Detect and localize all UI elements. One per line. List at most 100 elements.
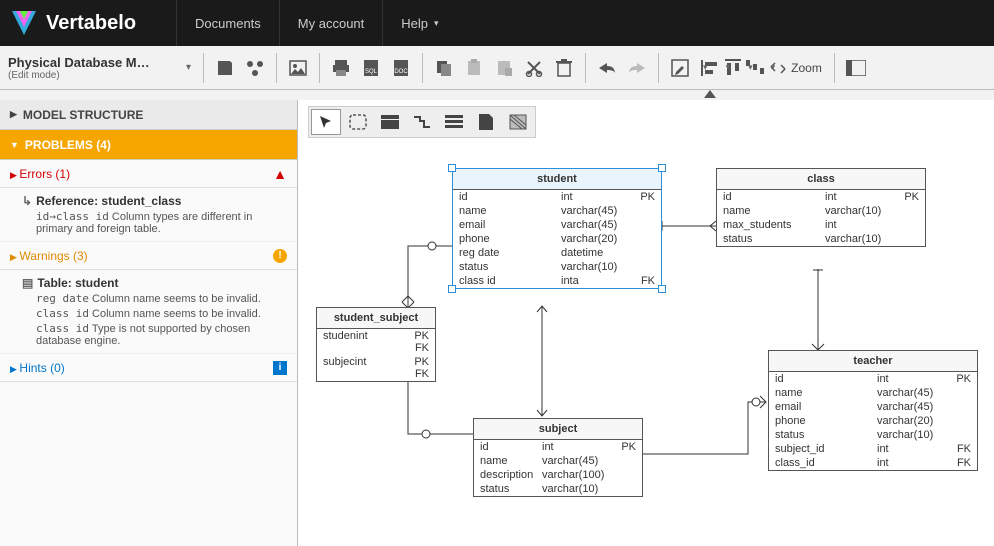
separator	[834, 53, 835, 83]
caret-down-icon: ▾	[434, 18, 439, 29]
tool-note[interactable]	[471, 109, 501, 135]
table-row[interactable]: namevarchar(45)	[474, 454, 642, 468]
table-row[interactable]: descriptionvarchar(100)	[474, 468, 642, 482]
table-row[interactable]: phonevarchar(20)	[769, 414, 977, 428]
svg-text:DOC: DOC	[394, 69, 408, 75]
logo[interactable]: Vertabelo	[8, 7, 136, 39]
table-row[interactable]: namevarchar(45)	[453, 204, 661, 218]
zoom-label[interactable]: Zoom	[791, 61, 822, 75]
caret-down-icon[interactable]: ▾	[748, 62, 753, 73]
table-row[interactable]: emailvarchar(45)	[769, 400, 977, 414]
table-row[interactable]: statusvarchar(10)	[453, 260, 661, 274]
copy-button[interactable]	[429, 53, 459, 83]
table-row[interactable]: namevarchar(45)	[769, 386, 977, 400]
nav-help[interactable]: Help ▾	[382, 0, 456, 46]
resize-handle[interactable]	[448, 285, 456, 293]
tool-select[interactable]	[311, 109, 341, 135]
table-row[interactable]: idintPK	[769, 372, 977, 386]
resize-handle[interactable]	[658, 285, 666, 293]
triangle-right-icon: ▶	[10, 364, 19, 374]
triangle-right-icon: ▶	[10, 252, 19, 262]
table-row[interactable]: subjecintPK FK	[317, 355, 435, 381]
svg-text:SQL: SQL	[365, 69, 378, 75]
problem-entry[interactable]: ↳Reference: student_class id→class id Co…	[0, 188, 297, 242]
table-row[interactable]: max_studentsint	[717, 218, 925, 232]
table-body: studenintPK FKsubjecintPK FK	[317, 329, 435, 381]
doc-title: Physical Database M…	[8, 55, 186, 70]
caret-down-icon[interactable]: ▾	[703, 62, 708, 73]
table-row[interactable]: idintPK	[474, 440, 642, 454]
logo-icon	[8, 7, 40, 39]
panel-model-structure[interactable]: ▶ MODEL STRUCTURE	[0, 100, 297, 130]
edit-button[interactable]	[665, 53, 695, 83]
separator	[203, 53, 204, 83]
warnings-label: Warnings (3)	[19, 249, 87, 263]
entry-code: reg date	[36, 292, 89, 305]
work-area: ▶ MODEL STRUCTURE ▼ PROBLEMS (4) ▶ Error…	[0, 100, 994, 546]
table-row[interactable]: idintPK	[717, 190, 925, 204]
save-button[interactable]	[210, 53, 240, 83]
nav-my-account[interactable]: My account	[279, 0, 382, 46]
table-row[interactable]: statusvarchar(10)	[717, 232, 925, 246]
table-class[interactable]: class idintPKnamevarchar(10)max_students…	[716, 168, 926, 247]
resize-button[interactable]	[763, 53, 793, 83]
doc-title-block[interactable]: Physical Database M… (Edit mode)	[8, 55, 186, 81]
table-row[interactable]: reg datedatetime	[453, 246, 661, 260]
table-header: student_subject	[317, 308, 435, 329]
caret-down-icon[interactable]: ▾	[186, 62, 191, 73]
table-header: subject	[474, 419, 642, 440]
tool-view[interactable]	[439, 109, 469, 135]
table-row[interactable]: namevarchar(10)	[717, 204, 925, 218]
entry-text: Column name seems to be invalid.	[92, 308, 261, 320]
table-row[interactable]: idintPK	[453, 190, 661, 204]
table-row[interactable]: studenintPK FK	[317, 329, 435, 355]
diagram-canvas[interactable]: student idintPKnamevarchar(45)emailvarch…	[298, 100, 994, 546]
table-subject[interactable]: subject idintPKnamevarchar(45)descriptio…	[473, 418, 643, 497]
export-sql-button[interactable]: SQL	[356, 53, 386, 83]
problem-entry[interactable]: ▤Table: student reg date Column name see…	[0, 270, 297, 354]
panel-warnings[interactable]: ▶ Warnings (3) !	[0, 242, 297, 270]
caret-down-icon[interactable]: ▾	[726, 62, 731, 73]
toolbar-collapse-row	[0, 90, 994, 100]
tool-area[interactable]	[503, 109, 533, 135]
caret-down-icon[interactable]: ▾	[771, 62, 776, 73]
brand-text: Vertabelo	[46, 12, 136, 35]
panel-problems[interactable]: ▼ PROBLEMS (4)	[0, 130, 297, 160]
table-student[interactable]: student idintPKnamevarchar(45)emailvarch…	[452, 168, 662, 289]
table-row[interactable]: emailvarchar(45)	[453, 218, 661, 232]
table-row[interactable]: phonevarchar(20)	[453, 232, 661, 246]
tool-reference[interactable]	[407, 109, 437, 135]
doc-mode: (Edit mode)	[8, 70, 186, 81]
tool-marquee[interactable]	[343, 109, 373, 135]
table-teacher[interactable]: teacher idintPKnamevarchar(45)emailvarch…	[768, 350, 978, 471]
cut-button[interactable]	[519, 53, 549, 83]
table-header: teacher	[769, 351, 977, 372]
print-button[interactable]	[326, 53, 356, 83]
panel-hints[interactable]: ▶ Hints (0) i	[0, 354, 297, 382]
caret-up-icon[interactable]	[704, 90, 716, 98]
delete-button[interactable]	[549, 53, 579, 83]
table-student-subject[interactable]: student_subject studenintPK FKsubjecintP…	[316, 307, 436, 382]
errors-label: Errors (1)	[19, 167, 70, 181]
nav-documents[interactable]: Documents	[176, 0, 279, 46]
triangle-right-icon: ▶	[10, 170, 19, 180]
undo-button[interactable]	[592, 53, 622, 83]
table-row[interactable]: class idintaFK	[453, 274, 661, 288]
panel-toggle-button[interactable]	[841, 53, 871, 83]
table-body: idintPKnamevarchar(45)descriptionvarchar…	[474, 440, 642, 496]
tool-table[interactable]	[375, 109, 405, 135]
share-button[interactable]	[240, 53, 270, 83]
separator	[319, 53, 320, 83]
table-row[interactable]: subject_idintFK	[769, 442, 977, 456]
separator	[658, 53, 659, 83]
export-image-button[interactable]	[283, 53, 313, 83]
info-badge-icon: i	[273, 361, 287, 375]
entry-code: id→class id	[36, 210, 109, 223]
resize-handle[interactable]	[658, 164, 666, 172]
table-row[interactable]: statusvarchar(10)	[474, 482, 642, 496]
export-doc-button[interactable]: DOC	[386, 53, 416, 83]
table-row[interactable]: statusvarchar(10)	[769, 428, 977, 442]
panel-errors[interactable]: ▶ Errors (1) ▲	[0, 160, 297, 188]
table-row[interactable]: class_idintFK	[769, 456, 977, 470]
resize-handle[interactable]	[448, 164, 456, 172]
